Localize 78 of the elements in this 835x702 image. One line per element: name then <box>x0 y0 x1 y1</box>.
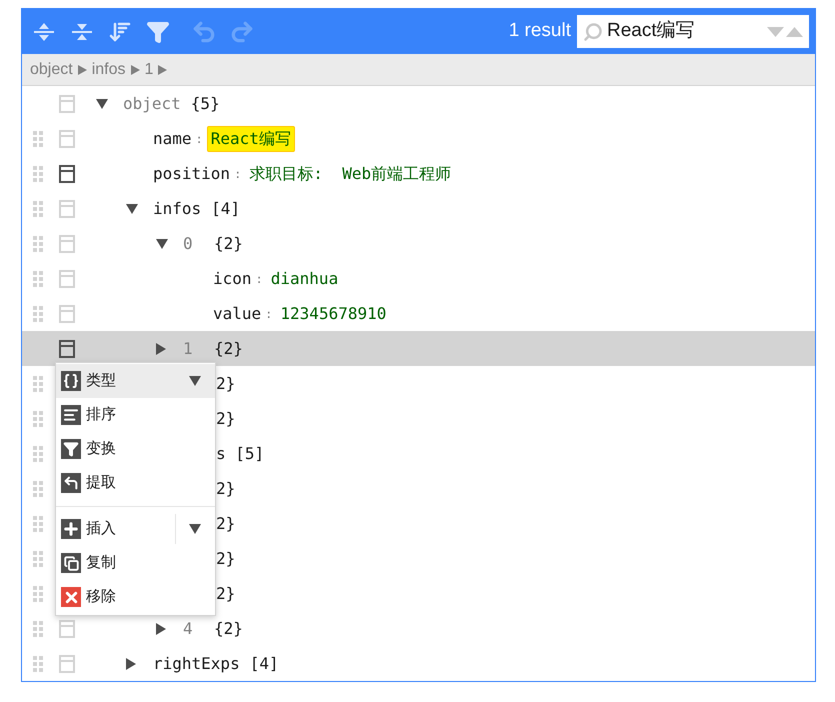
array-index: 1 <box>183 338 194 360</box>
search-icon <box>583 22 603 42</box>
context-menu-icon[interactable] <box>59 340 75 358</box>
field-key[interactable]: rightExps <box>153 652 240 676</box>
context-menu-icon[interactable] <box>59 164 75 182</box>
tree-node-label: 2} <box>216 548 236 570</box>
tree-node-label: 2} <box>216 372 236 394</box>
menu-item[interactable]: 排序 <box>56 398 215 432</box>
next-result-icon[interactable] <box>767 26 784 36</box>
caret-icon[interactable] <box>189 376 201 386</box>
arrow-right-icon <box>130 64 140 74</box>
arrow-right-icon <box>158 64 168 74</box>
field-key[interactable]: value <box>213 302 262 326</box>
plus-icon <box>61 519 81 539</box>
drag-handle-icon[interactable] <box>33 516 43 532</box>
toggle-icon[interactable] <box>156 238 168 248</box>
item-count: [4] <box>211 198 240 220</box>
separator-colon: : <box>196 130 203 148</box>
braces-icon <box>61 371 81 391</box>
field-value[interactable]: 12345678910 <box>276 300 390 326</box>
toggle-icon[interactable] <box>156 622 166 634</box>
menu-item[interactable]: 复制 <box>56 546 215 580</box>
field-value[interactable]: React编写 <box>206 126 295 152</box>
toggle-icon[interactable] <box>126 204 138 214</box>
tree-node-label: 2} <box>216 512 236 534</box>
item-count: [4] <box>250 652 279 674</box>
root-label[interactable]: object <box>123 92 181 116</box>
previous-result-icon[interactable] <box>786 26 803 36</box>
field-key[interactable]: position <box>153 162 230 186</box>
drag-handle-icon[interactable] <box>33 410 43 426</box>
menu-item[interactable]: 插入 <box>56 512 215 546</box>
drag-handle-icon[interactable] <box>33 446 43 462</box>
filter-icon <box>61 439 81 459</box>
field-key[interactable]: infos <box>153 196 202 220</box>
drag-handle-icon[interactable] <box>33 586 43 602</box>
drag-handle-icon[interactable] <box>33 656 43 672</box>
copy-icon <box>61 553 81 573</box>
search-field[interactable]: React编写 <box>577 15 809 48</box>
sort-icon <box>61 405 81 425</box>
drag-handle-icon[interactable] <box>33 480 43 496</box>
toggle-icon[interactable] <box>156 342 166 354</box>
arrow-right-icon <box>78 64 87 74</box>
drag-handle-icon[interactable] <box>33 376 43 392</box>
search-result-count: 1 result <box>508 19 571 44</box>
drag-handle-icon[interactable] <box>33 200 43 216</box>
field-key[interactable]: icon <box>213 266 252 290</box>
caret-icon[interactable] <box>189 524 201 534</box>
tree-node-label: 2} <box>216 478 236 500</box>
drag-handle-icon[interactable] <box>33 620 43 636</box>
array-index: 0 <box>183 232 194 254</box>
field-key[interactable]: name <box>153 126 192 150</box>
drag-handle-icon[interactable] <box>33 550 43 566</box>
drag-handle-icon[interactable] <box>33 236 43 252</box>
tree-node-label: 2} <box>216 582 236 604</box>
menu-item[interactable]: 类型 <box>56 364 215 398</box>
drag-handle-icon[interactable] <box>33 270 43 286</box>
menu-item[interactable]: 变换 <box>56 432 215 466</box>
drag-handle-icon[interactable] <box>33 306 43 322</box>
separator-colon: : <box>265 306 272 322</box>
item-count: {2} <box>214 618 243 640</box>
toggle-icon[interactable] <box>96 98 108 108</box>
drag-handle-icon[interactable] <box>33 130 43 146</box>
item-count: {2} <box>214 232 243 254</box>
tree-node-label: s [5] <box>216 442 264 464</box>
toggle-icon[interactable] <box>126 658 136 670</box>
item-count: {2} <box>214 338 243 360</box>
separator-colon: : <box>234 166 242 182</box>
drag-handle-icon[interactable] <box>33 166 43 182</box>
array-index: 4 <box>183 618 194 640</box>
close-icon <box>61 587 81 607</box>
menu-item[interactable]: 移除 <box>56 580 215 614</box>
menu-item[interactable]: 提取 <box>56 466 215 500</box>
field-value[interactable]: 求职目标: Web前端工程师 <box>245 160 456 186</box>
item-count: {5} <box>190 92 220 114</box>
separator-colon: : <box>256 270 263 288</box>
tree-node-label: 2} <box>216 408 236 430</box>
field-value[interactable]: dianhua <box>266 266 342 292</box>
tree-row[interactable]: 1 {2} <box>22 331 815 366</box>
